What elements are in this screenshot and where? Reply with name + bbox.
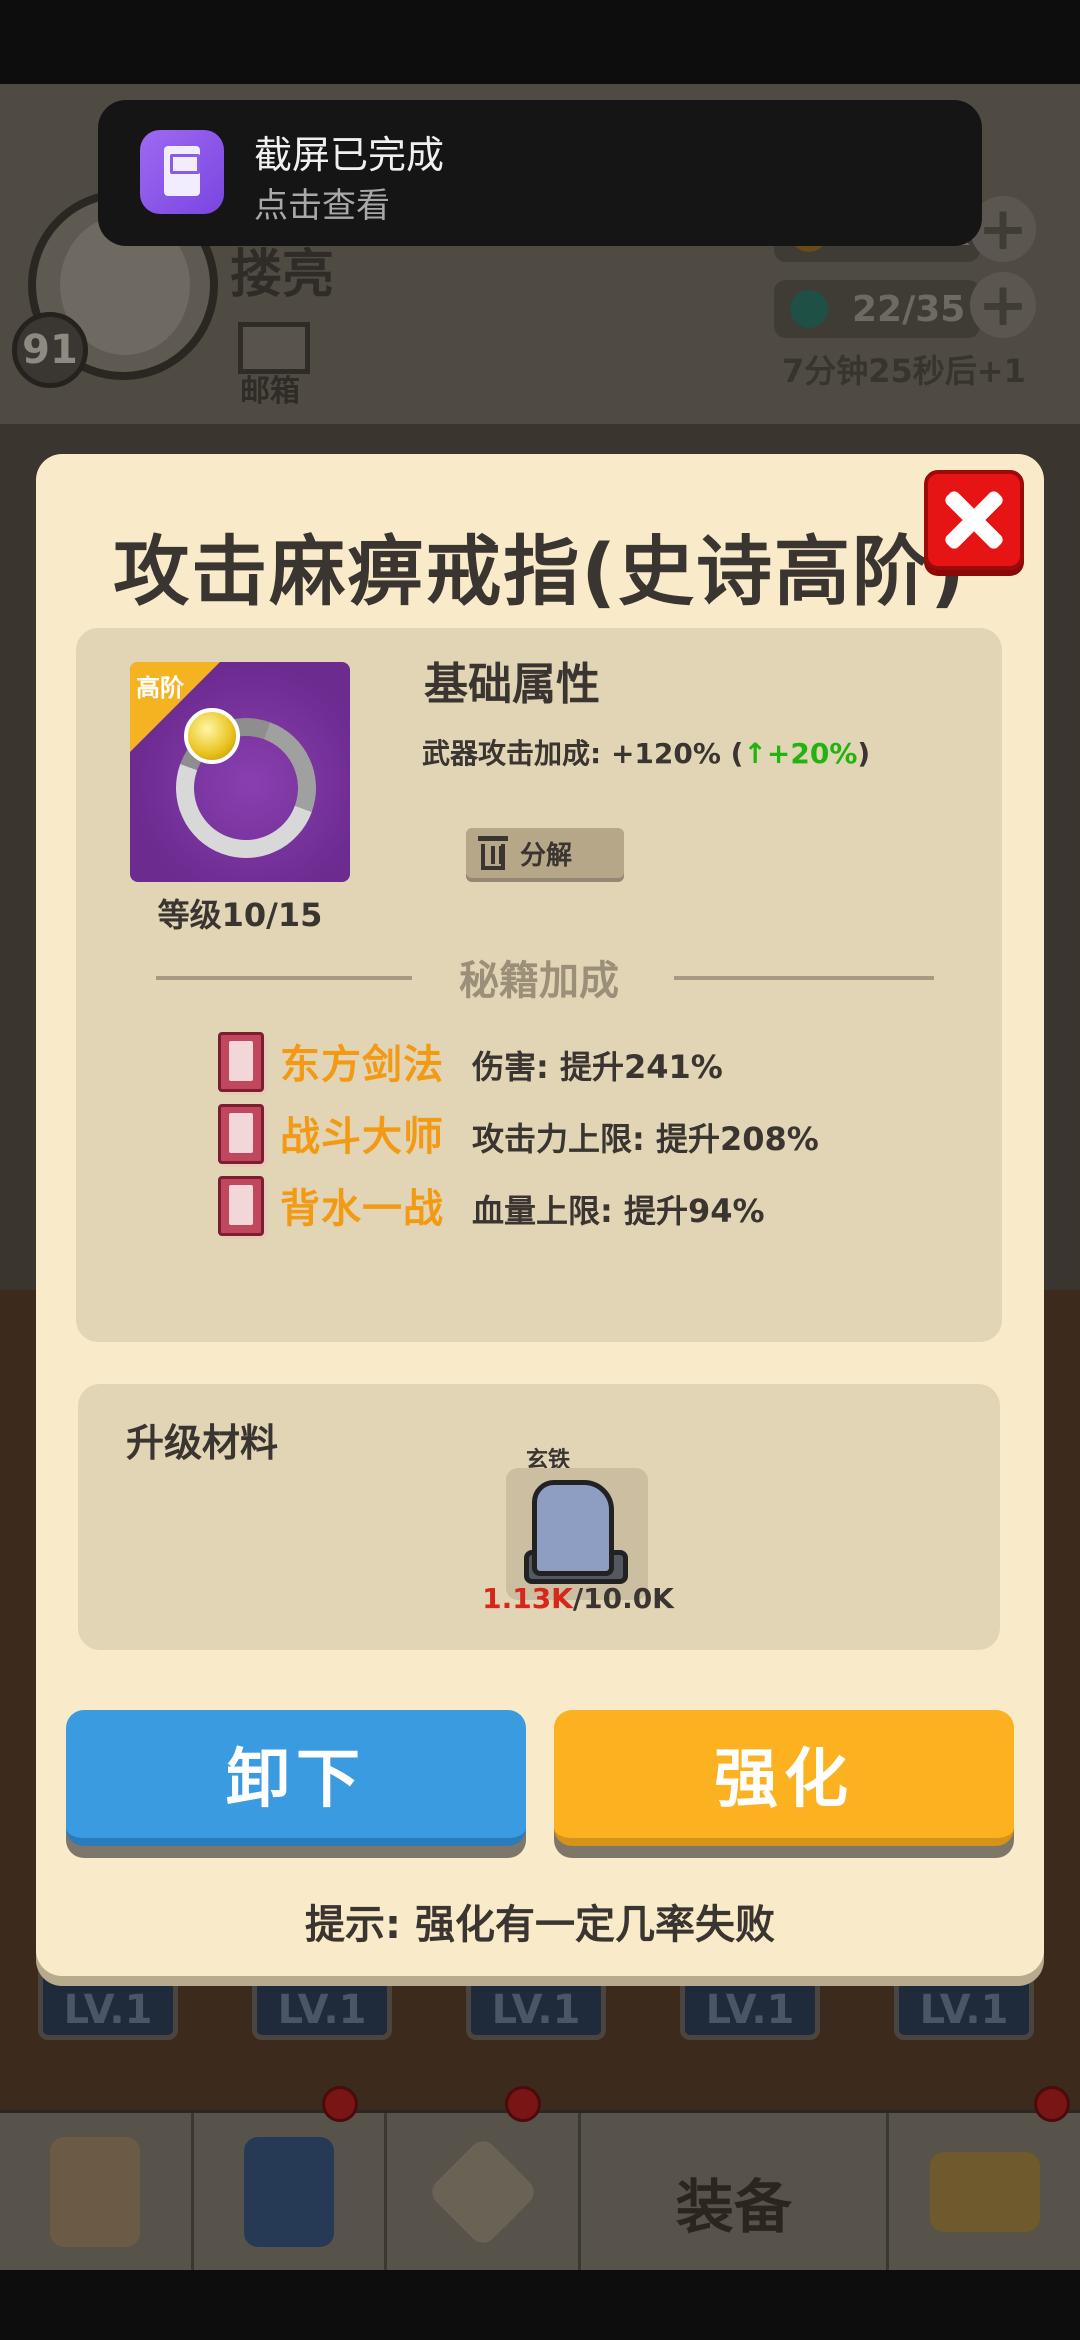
player-level-badge: 91: [12, 312, 88, 388]
item-title: 攻击麻痹戒指(史诗高阶): [113, 527, 967, 616]
enhance-button[interactable]: 强化: [554, 1710, 1014, 1846]
base-attributes-heading: 基础属性: [424, 659, 600, 710]
notification-dot: [322, 2086, 358, 2122]
energy-gem-icon: [790, 290, 828, 328]
material-count: 1.13K/10.0K: [438, 1582, 718, 1615]
ring-icon: 高阶: [130, 662, 350, 882]
add-energy-button[interactable]: +: [970, 272, 1036, 338]
bottom-nav: 装备: [0, 2110, 1080, 2270]
upgrade-materials-panel: 升级材料 玄铁 1.13K/10.0K: [78, 1384, 1000, 1650]
close-button[interactable]: [924, 470, 1024, 570]
enhance-hint: 提示: 强化有一定几率失败: [305, 1902, 775, 1948]
iron-ore-icon: [524, 1480, 630, 1586]
decompose-label: 分解: [520, 840, 573, 871]
grade-tag: 高阶: [136, 674, 184, 702]
secret-effect: 血量上限: 提升94%: [472, 1192, 765, 1230]
secret-bonus-heading: 秘籍加成: [459, 958, 619, 1004]
secret-name: 东方剑法: [280, 1042, 444, 1088]
secret-bonus-row: 战斗大师 攻击力上限: 提升208%: [218, 1104, 938, 1164]
mail-label: 邮箱: [240, 374, 300, 409]
close-icon: [942, 488, 1006, 552]
secret-book-icon: [218, 1032, 264, 1092]
notification-title: 截屏已完成: [254, 133, 445, 177]
energy-amount: 22/35: [852, 288, 966, 330]
system-nav-area: [0, 2270, 1080, 2340]
notification-dot: [505, 2086, 541, 2122]
secret-name: 背水一战: [280, 1186, 444, 1232]
screenshot-icon: [140, 130, 224, 214]
material-owned: 1.13K: [482, 1582, 573, 1615]
materials-heading: 升级材料: [126, 1421, 279, 1465]
secret-effect: 伤害: 提升241%: [472, 1048, 723, 1086]
scroll-icon: [50, 2136, 141, 2247]
secret-book-icon: [218, 1104, 264, 1164]
material-slot[interactable]: [506, 1468, 648, 1600]
secret-name: 战斗大师: [280, 1114, 444, 1160]
attribute-bonus: ↑+20%: [743, 737, 858, 770]
item-info-panel: 高阶 等级10/15 基础属性 武器攻击加成: +120% (↑+20%) 分解…: [76, 628, 1002, 1342]
nav-tab-collect[interactable]: [889, 2113, 1080, 2270]
decompose-button[interactable]: 分解: [466, 828, 624, 878]
secret-bonus-row: 东方剑法 伤害: 提升241%: [218, 1032, 938, 1092]
nav-tab-tasks[interactable]: [0, 2113, 194, 2270]
book-icon: [244, 2136, 335, 2247]
secret-bonus-row: 背水一战 血量上限: 提升94%: [218, 1176, 938, 1236]
nav-tab-equip[interactable]: 装备: [581, 2113, 890, 2270]
nav-tab-battle[interactable]: [387, 2113, 582, 2270]
trash-icon: [478, 836, 508, 870]
secret-effect: 攻击力上限: 提升208%: [472, 1120, 819, 1158]
material-required: /10.0K: [572, 1582, 674, 1615]
crossed-swords-icon: [426, 2134, 540, 2249]
unequip-button[interactable]: 卸下: [66, 1710, 526, 1846]
attribute-close: ): [857, 737, 871, 770]
secret-book-icon: [218, 1176, 264, 1236]
screenshot-notification[interactable]: 截屏已完成 点击查看: [98, 100, 982, 246]
notification-subtitle: 点击查看: [254, 186, 390, 226]
item-level: 等级10/15: [157, 896, 323, 934]
status-bar-area: [0, 0, 1080, 84]
attribute-text: 武器攻击加成: +120% (: [422, 737, 744, 770]
base-attribute-line: 武器攻击加成: +120% (↑+20%): [422, 732, 870, 772]
energy-regen-timer: 7分钟25秒后+1: [782, 352, 1026, 390]
notification-dot: [1034, 2086, 1070, 2122]
treasure-house-icon: [929, 2151, 1040, 2232]
energy-counter: 22/35: [774, 280, 980, 338]
nav-tab-training[interactable]: [194, 2113, 388, 2270]
item-detail-dialog: 攻击麻痹戒指(史诗高阶) 高阶 等级10/15 基础属性 武器攻击加成: +12…: [36, 454, 1044, 1976]
nav-equip-label: 装备: [675, 2172, 792, 2241]
